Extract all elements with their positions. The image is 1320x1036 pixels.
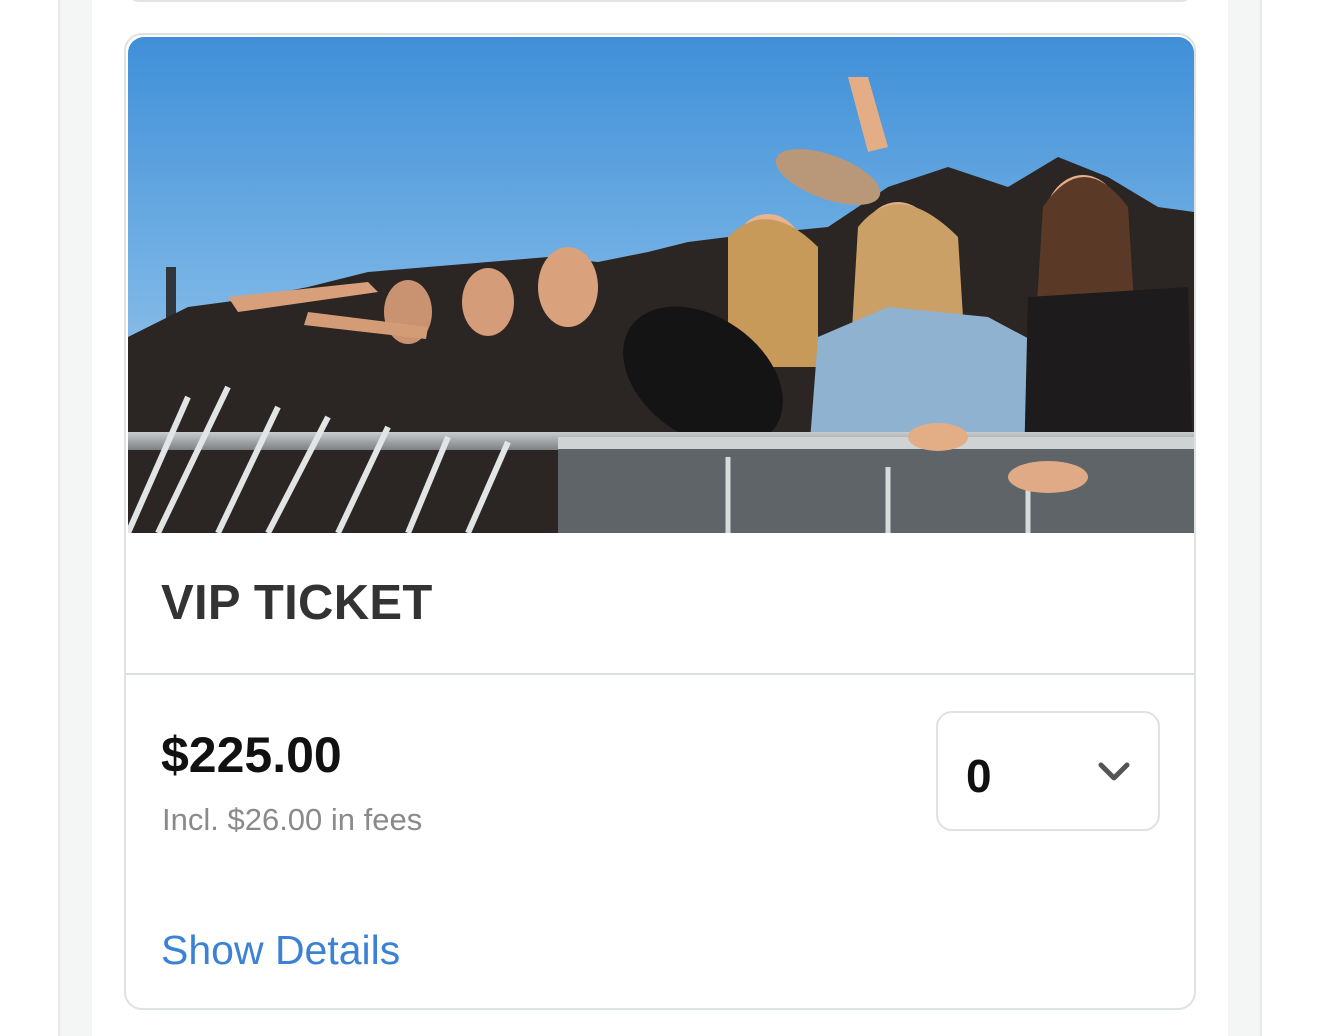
quantity-value: 0 xyxy=(966,750,992,802)
previous-ticket-card xyxy=(128,0,1192,2)
ticket-title: VIP TICKET xyxy=(161,576,433,630)
ticket-price: $225.00 xyxy=(161,727,342,783)
quantity-select[interactable]: 0 xyxy=(936,711,1160,831)
ticket-image xyxy=(128,37,1194,533)
chevron-down-icon xyxy=(1096,759,1132,785)
divider xyxy=(126,673,1194,675)
ticket-card: VIP TICKET $225.00 Incl. $26.00 in fees … xyxy=(124,33,1196,1010)
show-details-link[interactable]: Show Details xyxy=(161,927,400,974)
fees-note: Incl. $26.00 in fees xyxy=(162,802,423,837)
